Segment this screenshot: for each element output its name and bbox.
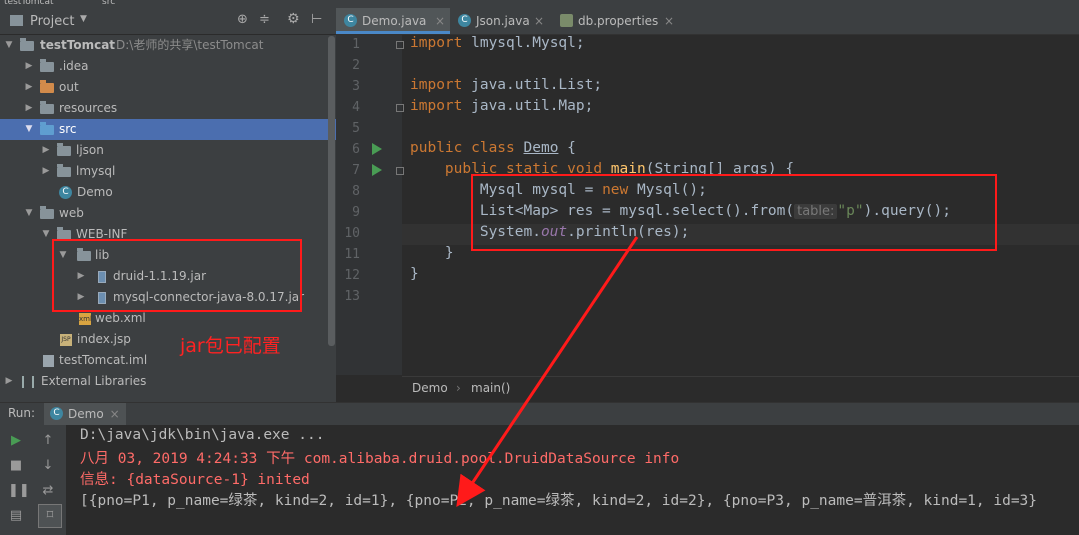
annotation-arrow [456,236,639,507]
